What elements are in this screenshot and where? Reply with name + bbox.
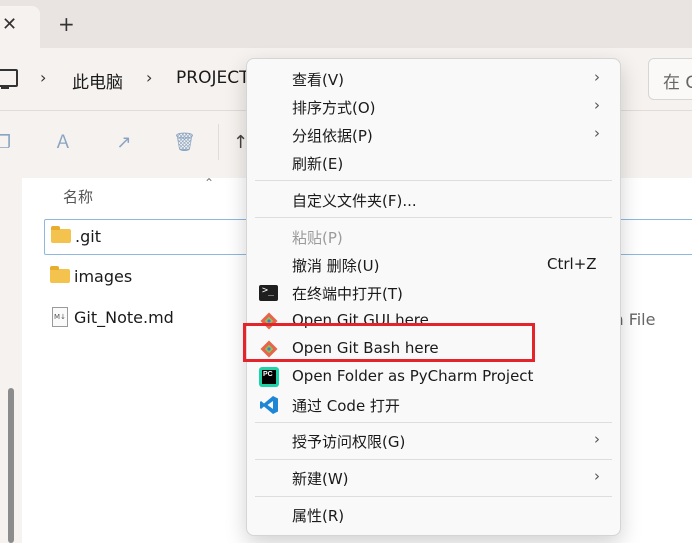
chevron-right-icon: › [594,96,600,114]
terminal-icon: >_ [259,285,278,301]
chevron-right-icon[interactable]: › [40,68,46,87]
menu-item-label: 授予访问权限(G) [292,433,406,451]
new-tab-button[interactable]: + [58,14,75,34]
menu-item-label: 查看(V) [292,71,344,89]
delete-icon[interactable]: 🗑 [173,132,196,154]
menu-item-label: 排序方式(O) [292,99,376,117]
chevron-right-icon: › [594,430,600,448]
vscode-icon [260,396,278,414]
tab-bar [0,0,692,48]
menu-item-label: 属性(R) [292,507,345,525]
menu-item-paste: 粘贴(P) [247,223,620,251]
chevron-right-icon: › [594,68,600,86]
menu-separator [255,180,612,181]
computer-icon[interactable] [0,69,18,89]
menu-separator [255,422,612,423]
chevron-right-icon: › [594,124,600,142]
markdown-file-icon: M↓ [52,307,68,327]
menu-item-label: 自定义文件夹(F)... [292,192,417,210]
sort-caret-icon: ⌃ [204,176,215,190]
file-name: .git [75,227,101,246]
menu-item-give-access[interactable]: 授予访问权限(G) › [247,427,620,455]
file-name: images [74,267,133,286]
menu-item-label: 在终端中打开(T) [292,285,403,303]
close-icon[interactable]: ✕ [2,14,17,35]
menu-item-label: 刷新(E) [292,155,344,173]
copy-icon[interactable]: ❐ [0,132,14,154]
menu-item-shortcut: Ctrl+Z [547,255,597,273]
menu-item-label: 通过 Code 打开 [292,397,400,415]
menu-separator [255,217,612,218]
menu-item-label: 粘贴(P) [292,229,343,247]
folder-icon [50,266,70,283]
menu-item-label: 撤消 删除(U) [292,257,380,275]
toolbar-divider [218,124,219,160]
menu-item-sort-by[interactable]: 排序方式(O) › [247,93,620,121]
context-menu: 查看(V) › 排序方式(O) › 分组依据(P) › 刷新(E) 自定义文件夹… [246,58,621,536]
file-name: Git_Note.md [74,308,174,327]
menu-item-open-with-code[interactable]: 通过 Code 打开 [247,391,620,419]
menu-item-label: 分组依据(P) [292,127,373,145]
chevron-right-icon: › [594,467,600,485]
search-placeholder: 在 C [663,73,692,93]
folder-icon [51,226,71,243]
chevron-right-icon[interactable]: › [146,68,152,87]
menu-item-new[interactable]: 新建(W) › [247,464,620,492]
pycharm-icon: PC [259,367,279,387]
breadcrumb-this-pc[interactable]: 此电脑 [72,68,123,93]
menu-item-customize-folder[interactable]: 自定义文件夹(F)... [247,186,620,214]
scrollbar-thumb[interactable] [8,388,14,543]
menu-separator [255,459,612,460]
menu-item-undo-delete[interactable]: 撤消 删除(U) Ctrl+Z [247,251,620,279]
breadcrumb-project[interactable]: PROJECT [176,68,249,88]
menu-item-open-pycharm[interactable]: PC Open Folder as PyCharm Project [247,363,620,391]
menu-item-refresh[interactable]: 刷新(E) [247,149,620,177]
column-header-name[interactable]: 名称 [63,186,93,207]
menu-item-label: Open Folder as PyCharm Project [292,367,534,385]
menu-item-view[interactable]: 查看(V) › [247,65,620,93]
menu-separator [255,496,612,497]
menu-item-properties[interactable]: 属性(R) [247,501,620,529]
share-icon[interactable]: ↗ [113,132,135,154]
menu-item-label: 新建(W) [292,470,349,488]
menu-item-group-by[interactable]: 分组依据(P) › [247,121,620,149]
highlight-annotation [243,323,535,362]
menu-item-open-in-terminal[interactable]: >_ 在终端中打开(T) [247,279,620,307]
rename-icon[interactable]: Ａ [52,132,74,154]
